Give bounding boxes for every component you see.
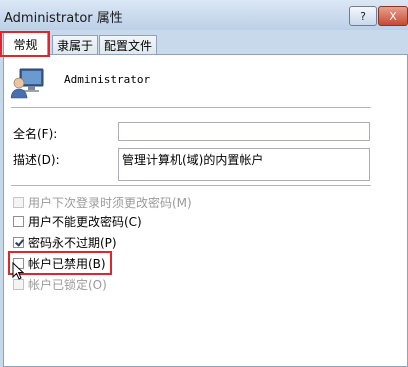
- description-input[interactable]: 管理计算机(域)的内置帐户: [118, 148, 370, 181]
- username-label: Administrator: [64, 73, 151, 86]
- tab-general[interactable]: 常规: [3, 32, 48, 56]
- option-label: 用户不能更改密码(C): [28, 215, 142, 229]
- tab-profile[interactable]: 配置文件: [99, 35, 157, 55]
- divider-middle: [11, 185, 371, 186]
- fullname-label: 全名(F):: [13, 127, 58, 141]
- option-label: 用户下次登录时须更改密码(M): [28, 196, 192, 210]
- tab-member-of[interactable]: 隶属于: [52, 35, 98, 55]
- option-account-locked[interactable]: 帐户已锁定(O): [13, 276, 107, 293]
- option-change-password-next-logon[interactable]: 用户下次登录时须更改密码(M): [13, 194, 192, 211]
- checkbox-cannot-change-password[interactable]: [13, 216, 24, 227]
- checkbox-change-password-next-logon[interactable]: [13, 197, 24, 208]
- window-title: Administrator 属性: [4, 11, 123, 26]
- option-label: 密码永不过期(P): [28, 236, 117, 250]
- title-bar: Administrator 属性 ? X: [0, 0, 408, 30]
- option-label: 帐户已禁用(B): [28, 257, 106, 271]
- user-computer-icon: [11, 68, 44, 99]
- option-password-never-expires[interactable]: 密码永不过期(P): [13, 234, 117, 251]
- checkbox-account-locked[interactable]: [13, 279, 24, 290]
- option-cannot-change-password[interactable]: 用户不能更改密码(C): [13, 213, 142, 230]
- help-button[interactable]: ?: [349, 6, 377, 26]
- checkbox-password-never-expires[interactable]: [13, 237, 24, 248]
- divider-top: [11, 107, 371, 108]
- description-label: 描述(D):: [13, 153, 60, 167]
- option-account-disabled[interactable]: 帐户已禁用(B): [13, 255, 106, 272]
- close-button[interactable]: X: [378, 6, 408, 26]
- option-label: 帐户已锁定(O): [28, 278, 107, 292]
- mouse-pointer-icon: [12, 262, 24, 280]
- fullname-input[interactable]: [118, 122, 370, 141]
